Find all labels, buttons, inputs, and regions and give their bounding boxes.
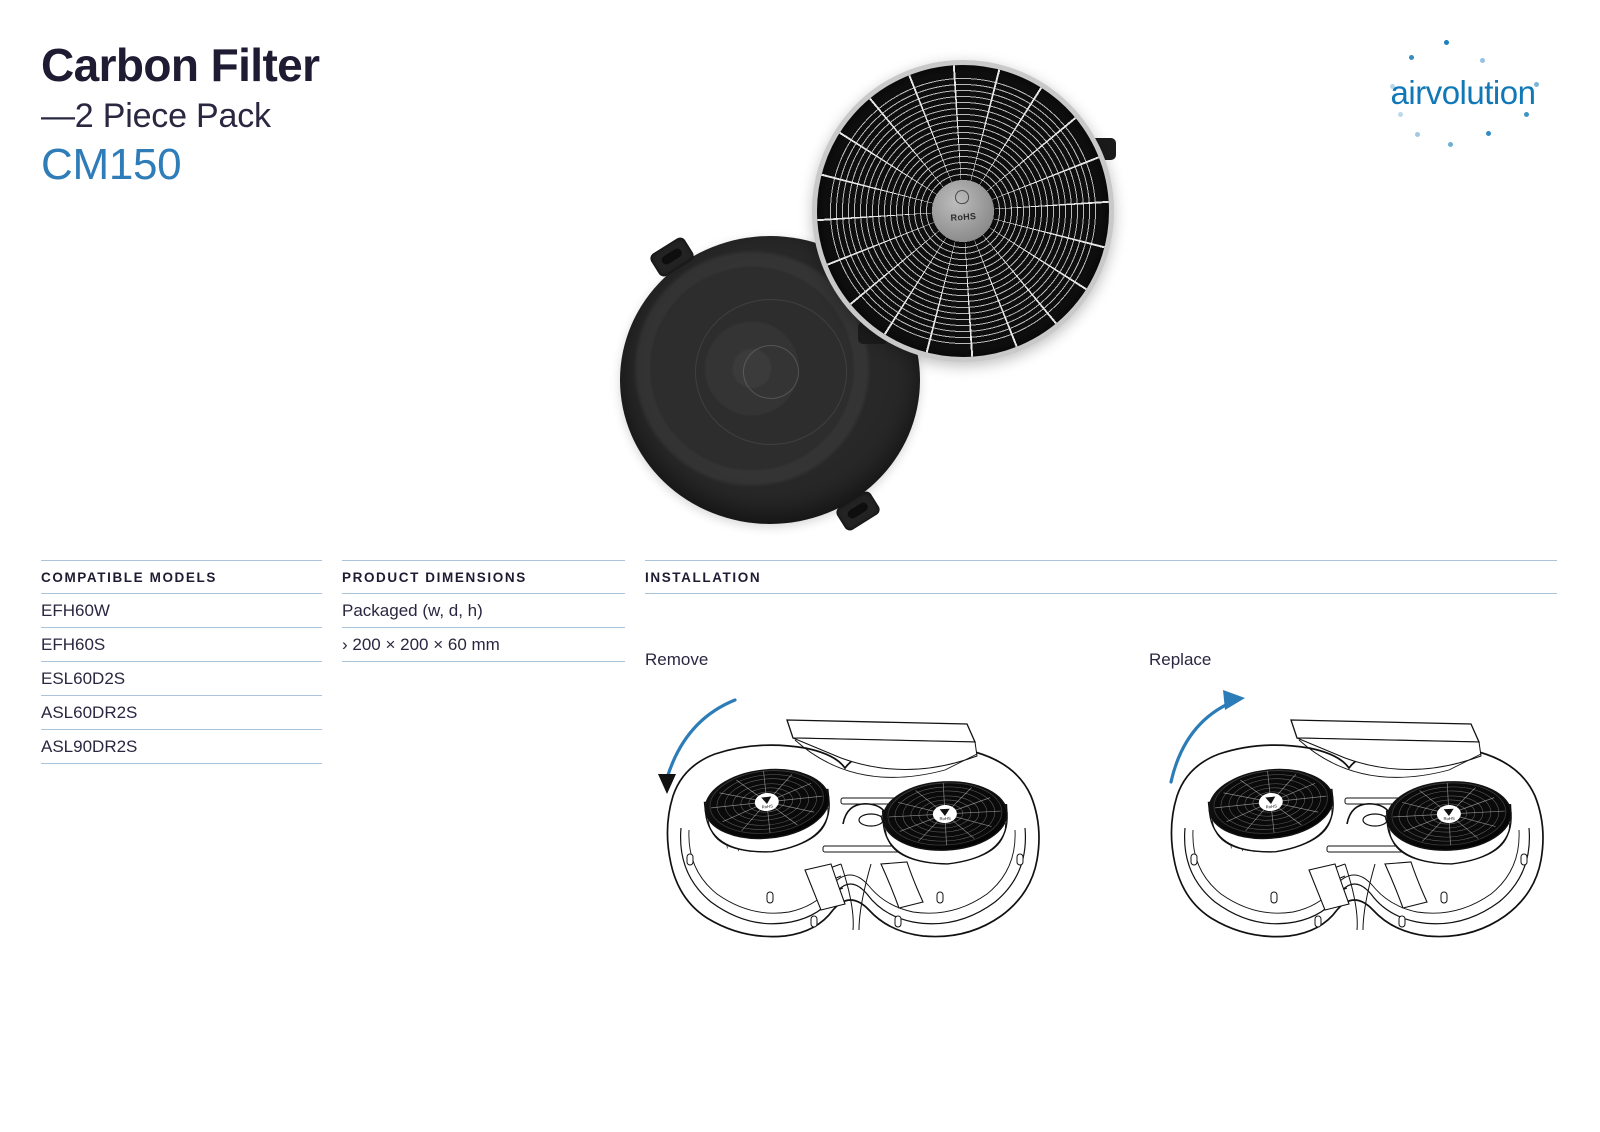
- product-dimensions-column: PRODUCT DIMENSIONS Packaged (w, d, h) › …: [342, 560, 625, 662]
- product-photo: RoHS: [600, 46, 1125, 533]
- hood-diagram-remove: RoHS: [658, 698, 1040, 938]
- table-row: Packaged (w, d, h): [342, 594, 625, 628]
- table-row: › 200 × 200 × 60 mm: [342, 628, 625, 662]
- header-block: Carbon Filter —2 Piece Pack CM150: [41, 38, 561, 190]
- installation-column: INSTALLATION Remove HS Replace: [645, 560, 1557, 980]
- table-row: ESL60D2S: [41, 662, 322, 696]
- product-code: CM150: [41, 140, 182, 189]
- installation-figures: Remove HS Replace: [645, 650, 1557, 980]
- rohs-emblem-icon: [954, 189, 970, 205]
- table-row: ASL90DR2S: [41, 730, 322, 764]
- brand-logo-wordmark: airvolution: [1390, 74, 1536, 111]
- brand-logo: airvolution: [1368, 36, 1558, 147]
- hood-diagram-replace: [1169, 690, 1544, 938]
- table-row: ASL60DR2S: [41, 696, 322, 730]
- compatible-models-column: COMPATIBLE MODELS EFH60W EFH60S ESL60D2S…: [41, 560, 322, 764]
- rohs-label: RoHS: [950, 211, 977, 223]
- page-title: Carbon Filter: [41, 39, 320, 91]
- product-subtitle: —2 Piece Pack: [41, 97, 271, 135]
- installation-step-remove: Remove HS: [645, 650, 1065, 980]
- installation-step-label: Remove: [645, 650, 709, 669]
- table-row: EFH60W: [41, 594, 322, 628]
- table-row: EFH60S: [41, 628, 322, 662]
- product-dimensions-heading: PRODUCT DIMENSIONS: [342, 560, 625, 594]
- installation-step-replace: Replace: [1149, 650, 1569, 980]
- installation-step-label: Replace: [1149, 650, 1212, 669]
- installation-heading: INSTALLATION: [645, 560, 1557, 594]
- compatible-models-heading: COMPATIBLE MODELS: [41, 560, 322, 594]
